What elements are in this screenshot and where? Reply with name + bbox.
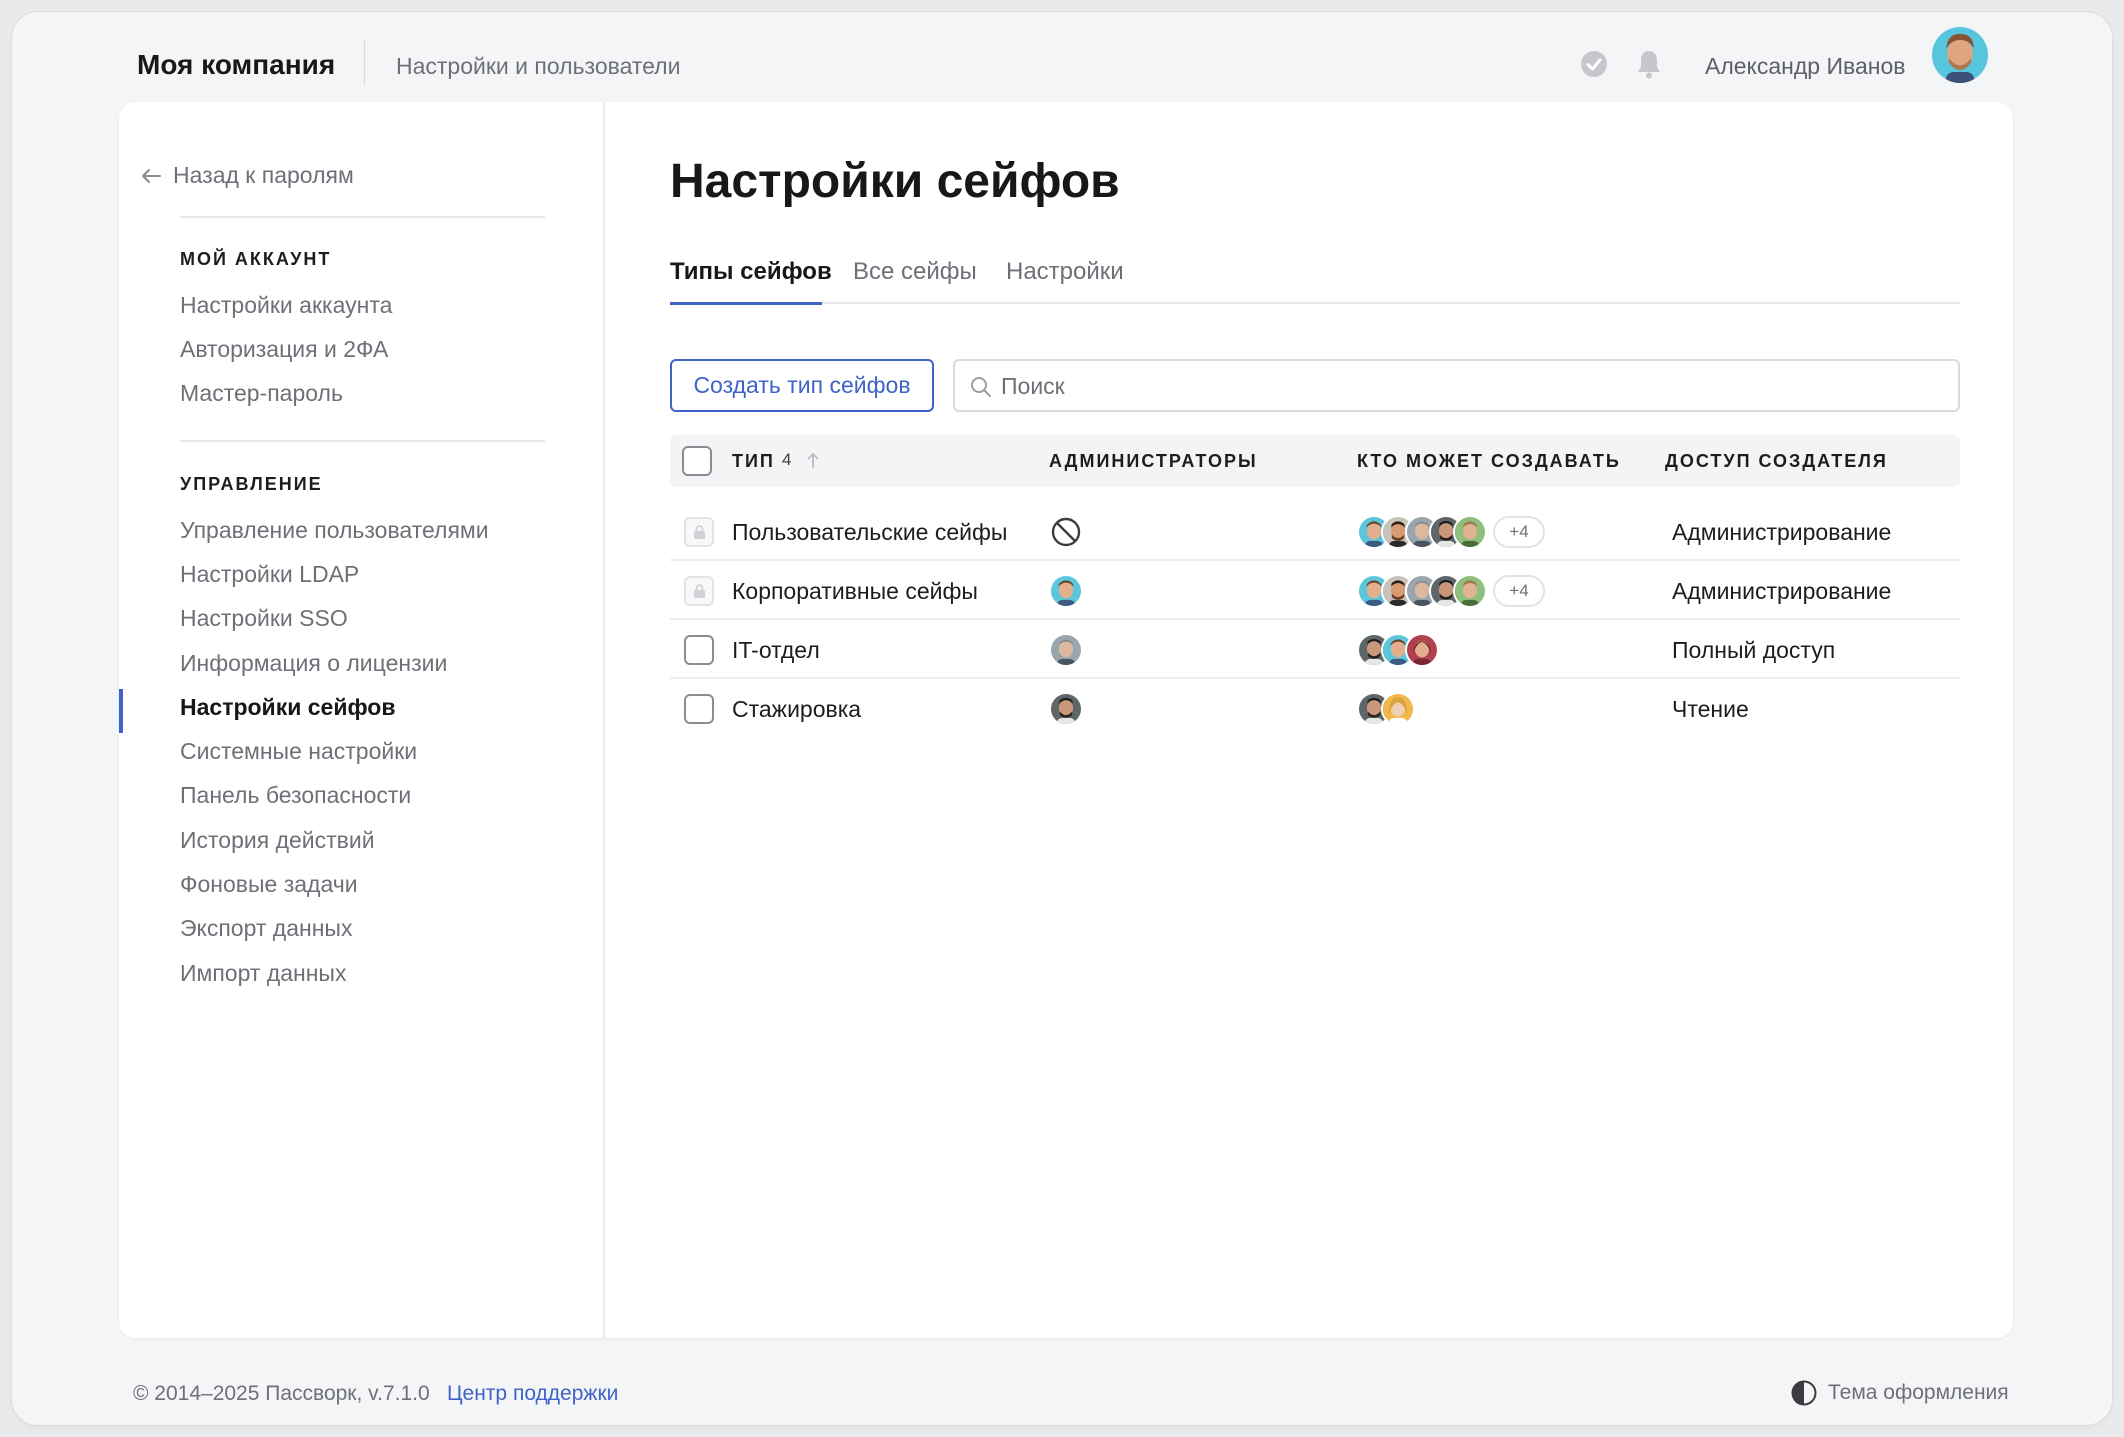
tab-bar: Типы сейфов Все сейфы Настройки <box>670 258 1960 305</box>
type-count: 4 <box>782 450 792 469</box>
sidebar-divider <box>180 216 545 218</box>
sidebar-item-user-management[interactable]: Управление пользователями <box>180 517 489 544</box>
tab-vault-types[interactable]: Типы сейфов <box>670 258 832 286</box>
column-type[interactable]: ТИП <box>732 451 775 472</box>
footer-copyright: © 2014–2025 Пассворк, v.7.1.0 <box>133 1382 430 1405</box>
admins-avatars[interactable] <box>1049 692 1083 726</box>
create-vault-type-button[interactable]: Создать тип сейфов <box>670 359 934 412</box>
sidebar-item-security-dashboard[interactable]: Панель безопасности <box>180 782 411 809</box>
creators-avatars[interactable] <box>1357 633 1439 667</box>
main-content: Настройки сейфов Типы сейфов Все сейфы Н… <box>607 102 2013 1338</box>
creator-access: Администрирование <box>1672 578 1892 604</box>
admins-avatars[interactable] <box>1049 574 1083 608</box>
sidebar-item-background-tasks[interactable]: Фоновые задачи <box>180 871 358 898</box>
creator-access: Полный доступ <box>1672 637 1836 663</box>
locked-checkbox <box>684 576 714 606</box>
sidebar-item-activity-log[interactable]: История действий <box>180 827 375 854</box>
section-my-account: МОЙ АККАУНТ <box>180 249 332 269</box>
creators-avatars[interactable] <box>1357 692 1415 726</box>
table-row[interactable]: Стажировка Чтение <box>670 680 1960 738</box>
arrow-left-icon <box>142 168 161 183</box>
select-all-checkbox[interactable] <box>682 446 712 476</box>
creator-access: Чтение <box>1672 696 1749 722</box>
table-row[interactable]: Пользовательские сейфы +4 Администрирова… <box>670 503 1960 561</box>
theme-label: Тема оформления <box>1828 1381 2009 1404</box>
more-creators-badge[interactable]: +4 <box>1493 575 1545 607</box>
vault-type-name: Пользовательские сейфы <box>732 519 1008 545</box>
admins-avatars[interactable] <box>1049 633 1083 667</box>
active-indicator <box>119 689 123 733</box>
section-management: УПРАВЛЕНИЕ <box>180 474 323 494</box>
tab-all-vaults[interactable]: Все сейфы <box>853 258 977 286</box>
back-link-label: Назад к паролям <box>173 162 354 188</box>
row-checkbox[interactable] <box>684 694 714 724</box>
creators-avatars[interactable]: +4 <box>1357 515 1545 549</box>
avatar <box>1049 633 1083 667</box>
sidebar-item-auth-2fa[interactable]: Авторизация и 2ФА <box>180 336 388 363</box>
check-circle-icon[interactable] <box>1580 50 1608 78</box>
header-divider <box>364 40 365 86</box>
table-row[interactable]: IT-отдел Полный доступ <box>670 621 1960 679</box>
more-creators-badge[interactable]: +4 <box>1493 516 1545 548</box>
page-title: Настройки сейфов <box>670 155 1120 208</box>
search-input[interactable] <box>1001 369 1901 403</box>
search-icon <box>971 377 991 397</box>
back-to-passwords-link[interactable]: Назад к паролям <box>141 162 354 189</box>
company-name[interactable]: Моя компания <box>137 49 335 81</box>
sidebar-item-import[interactable]: Импорт данных <box>180 960 346 987</box>
sidebar-item-sso[interactable]: Настройки SSO <box>180 605 348 632</box>
sidebar-item-master-password[interactable]: Мастер-пароль <box>180 380 343 407</box>
avatar <box>1453 574 1487 608</box>
tab-settings[interactable]: Настройки <box>1006 258 1124 286</box>
vault-type-name: IT-отдел <box>732 637 820 663</box>
sidebar: Назад к паролям МОЙ АККАУНТ Настройки ак… <box>119 102 605 1338</box>
avatar <box>1049 574 1083 608</box>
search-field[interactable] <box>953 359 1960 412</box>
column-creators: КТО МОЖЕТ СОЗДАВАТЬ <box>1357 451 1621 471</box>
avatar <box>1405 633 1439 667</box>
lock-icon <box>694 525 705 539</box>
sidebar-item-system-settings[interactable]: Системные настройки <box>180 738 417 765</box>
app-window: Моя компания Настройки и пользователи Ал… <box>12 12 2112 1425</box>
table-header: ТИП 4 АДМИНИСТРАТОРЫ КТО МОЖЕТ СОЗДАВАТЬ… <box>670 435 1960 487</box>
avatar <box>1381 692 1415 726</box>
locked-checkbox <box>684 517 714 547</box>
avatar <box>1049 692 1083 726</box>
table-row[interactable]: Корпоративные сейфы +4 Администрирование <box>670 562 1960 620</box>
column-creator-access: ДОСТУП СОЗДАТЕЛЯ <box>1665 451 1888 471</box>
vault-type-name: Стажировка <box>732 696 862 722</box>
bell-icon[interactable] <box>1634 48 1664 80</box>
theme-toggle[interactable]: Тема оформления <box>1790 1379 2009 1407</box>
sidebar-item-vault-settings[interactable]: Настройки сейфов <box>180 694 395 721</box>
sidebar-item-account-settings[interactable]: Настройки аккаунта <box>180 292 392 319</box>
creator-access: Администрирование <box>1672 519 1892 545</box>
sidebar-divider <box>180 440 545 442</box>
creators-avatars[interactable]: +4 <box>1357 574 1545 608</box>
active-tab-underline <box>670 302 822 305</box>
settings-card: Назад к паролям МОЙ АККАУНТ Настройки ак… <box>119 102 2013 1338</box>
support-center-link[interactable]: Центр поддержки <box>447 1382 618 1406</box>
user-avatar[interactable] <box>1932 27 1988 83</box>
avatar <box>1453 515 1487 549</box>
contrast-icon <box>1791 1380 1817 1406</box>
sidebar-item-ldap[interactable]: Настройки LDAP <box>180 561 359 588</box>
row-checkbox[interactable] <box>684 635 714 665</box>
top-header: Моя компания Настройки и пользователи Ал… <box>12 12 2112 112</box>
lock-icon <box>694 584 705 598</box>
sidebar-item-license[interactable]: Информация о лицензии <box>180 650 447 677</box>
user-name[interactable]: Александр Иванов <box>1705 53 1905 80</box>
no-admins-icon <box>1051 517 1081 547</box>
sidebar-item-export[interactable]: Экспорт данных <box>180 915 352 942</box>
sort-arrow-up-icon[interactable] <box>806 450 820 470</box>
vault-type-name: Корпоративные сейфы <box>732 578 978 604</box>
column-admins: АДМИНИСТРАТОРЫ <box>1049 451 1258 471</box>
header-breadcrumb: Настройки и пользователи <box>396 53 681 79</box>
